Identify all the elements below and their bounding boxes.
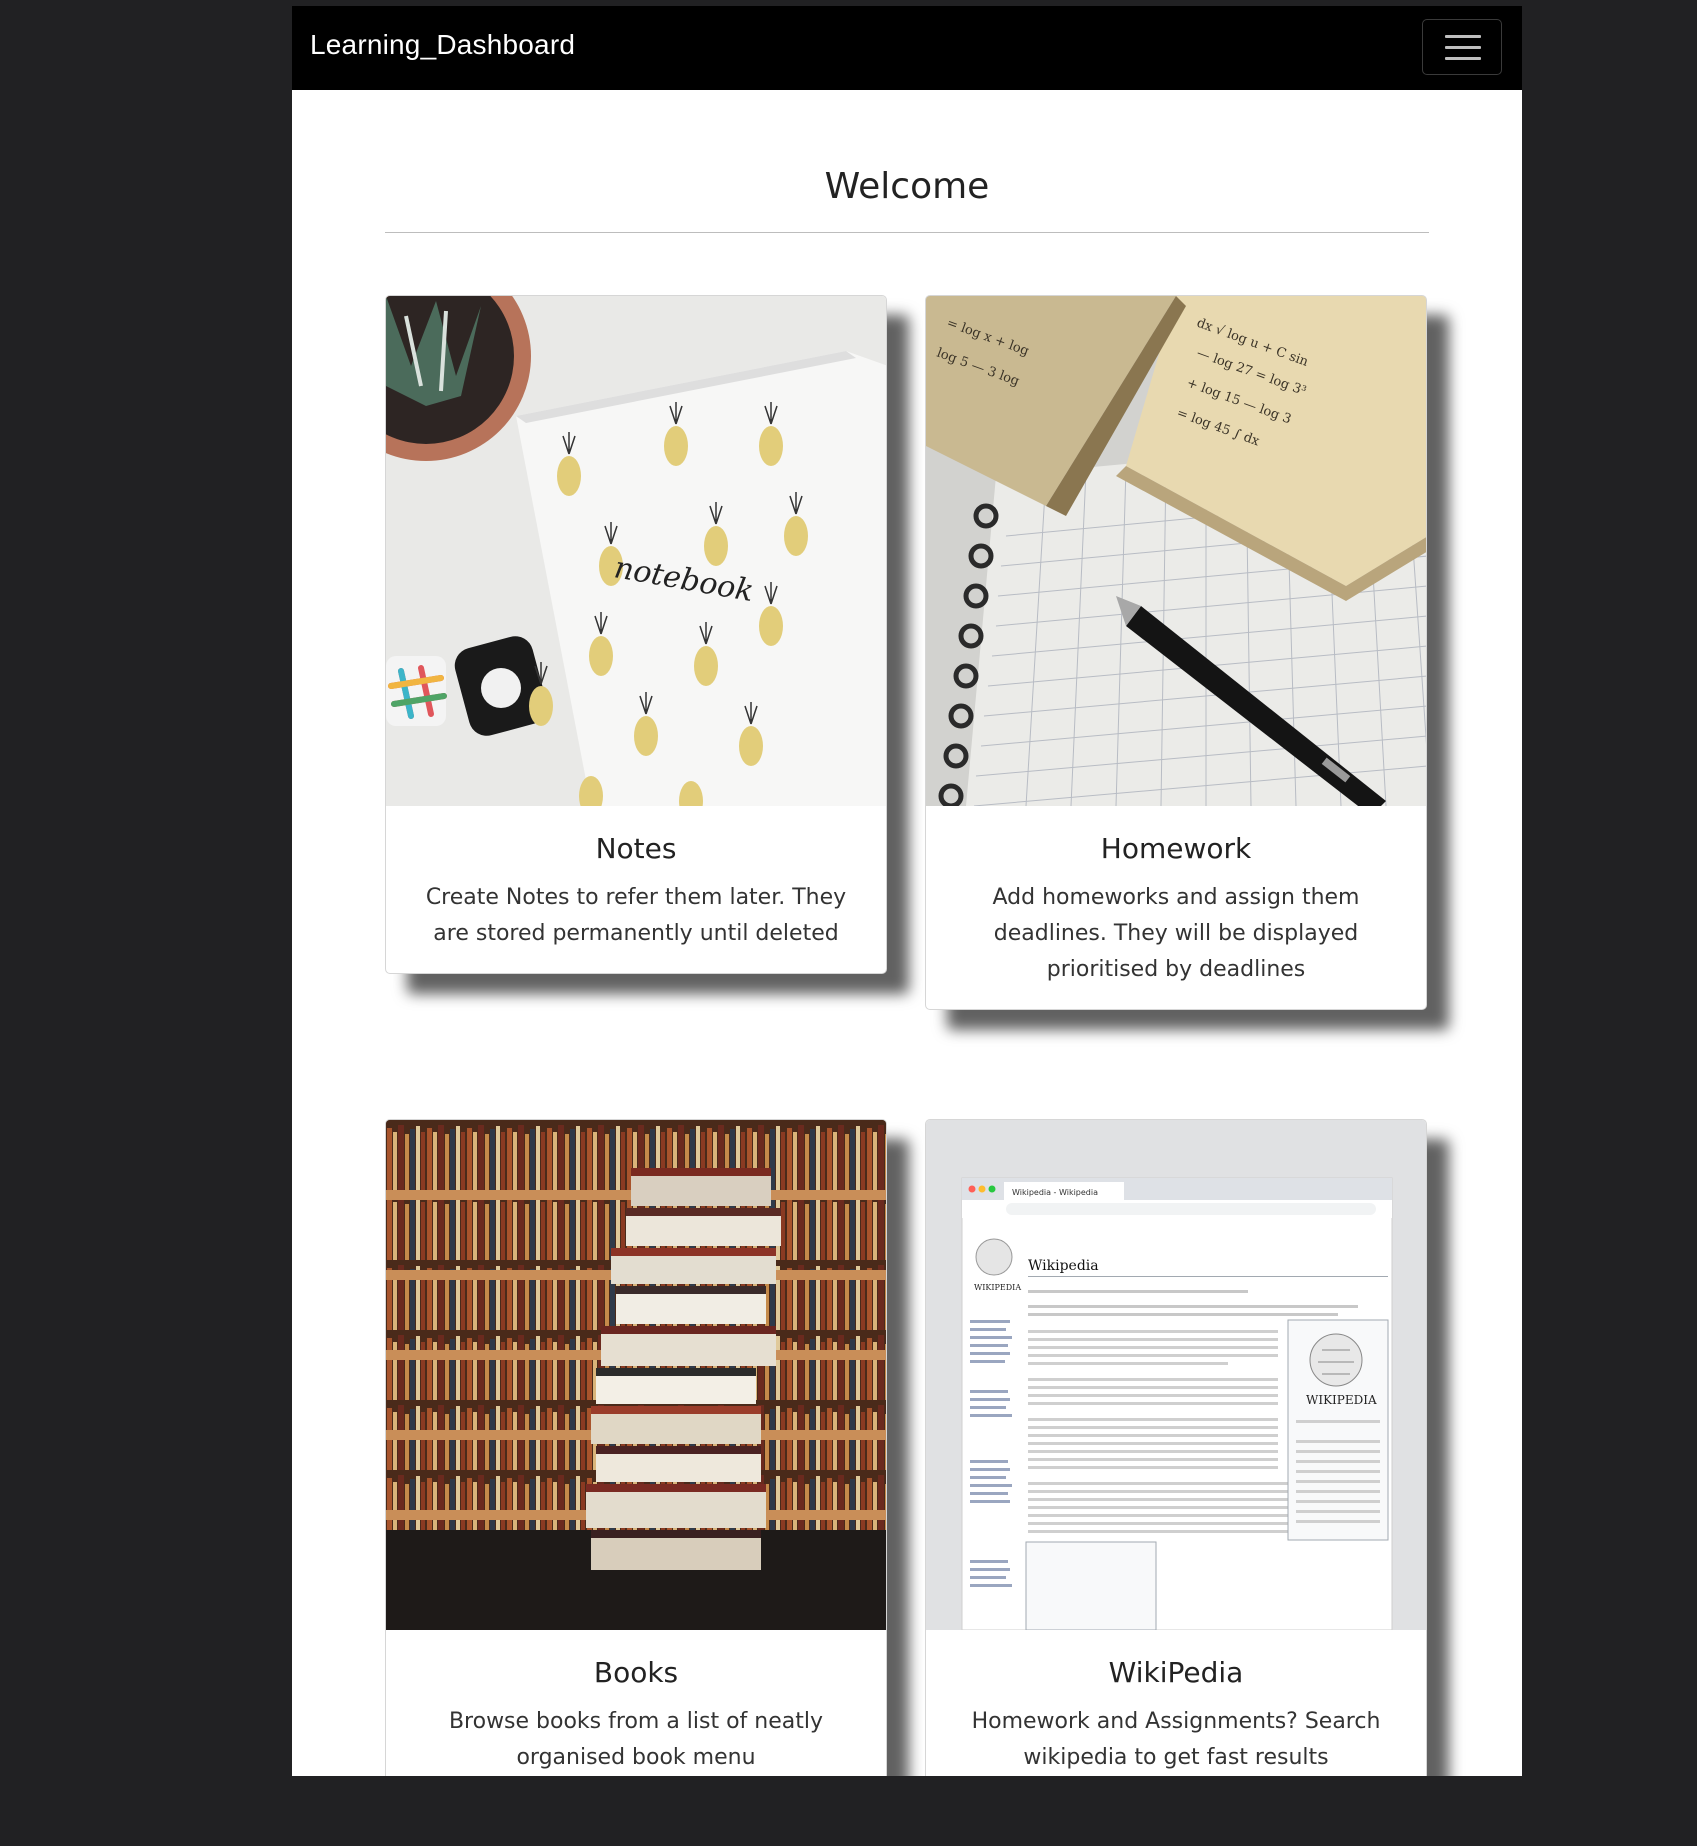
wiki-tab-label: Wikipedia - Wikipedia xyxy=(1012,1188,1098,1197)
hamburger-icon-bar xyxy=(1445,46,1481,49)
card-notes[interactable]: notebook Notes Create Notes to refer the… xyxy=(385,295,887,974)
page-title: Welcome xyxy=(824,166,990,207)
card-description: Homework and Assignments? Search wikiped… xyxy=(971,1709,1381,1770)
card-description: Create Notes to refer them later. They a… xyxy=(425,885,847,946)
card-homework[interactable]: dx √ log u + C sin — log 27 = log 3³ + l… xyxy=(925,295,1427,1010)
hamburger-icon-bar xyxy=(1445,57,1481,60)
page-container: Learning_Dashboard Welcome notebook Note… xyxy=(292,6,1522,1776)
card-description: Add homeworks and assign them deadlines.… xyxy=(992,885,1360,982)
wikipedia-screenshot: Wikipedia - Wikipedia WIKIPEDIA Wikipedi… xyxy=(926,1120,1426,1630)
notebook-photo: notebook xyxy=(386,296,886,806)
card-title: Homework xyxy=(1100,832,1252,865)
card-wikipedia[interactable]: Wikipedia - Wikipedia WIKIPEDIA Wikipedi… xyxy=(925,1119,1427,1776)
wiki-logo-text: WIKIPEDIA xyxy=(1306,1393,1377,1407)
card-description: Browse books from a list of neatly organ… xyxy=(448,1709,824,1770)
book-stack-photo xyxy=(386,1120,886,1630)
wiki-logo-text-small: WIKIPEDIA xyxy=(974,1283,1021,1292)
navbar: Learning_Dashboard xyxy=(292,6,1522,90)
book-and-pen-photo: dx √ log u + C sin — log 27 = log 3³ + l… xyxy=(926,296,1426,806)
card-title: Books xyxy=(593,1656,679,1689)
navbar-toggle-button[interactable] xyxy=(1422,19,1502,75)
divider xyxy=(385,232,1429,233)
card-books[interactable]: Books Browse books from a list of neatly… xyxy=(385,1119,887,1776)
wiki-article-title: Wikipedia xyxy=(1028,1258,1099,1274)
card-title: WikiPedia xyxy=(1108,1656,1244,1689)
hamburger-icon xyxy=(1445,35,1481,38)
card-title: Notes xyxy=(595,832,677,865)
navbar-brand[interactable]: Learning_Dashboard xyxy=(310,29,575,61)
